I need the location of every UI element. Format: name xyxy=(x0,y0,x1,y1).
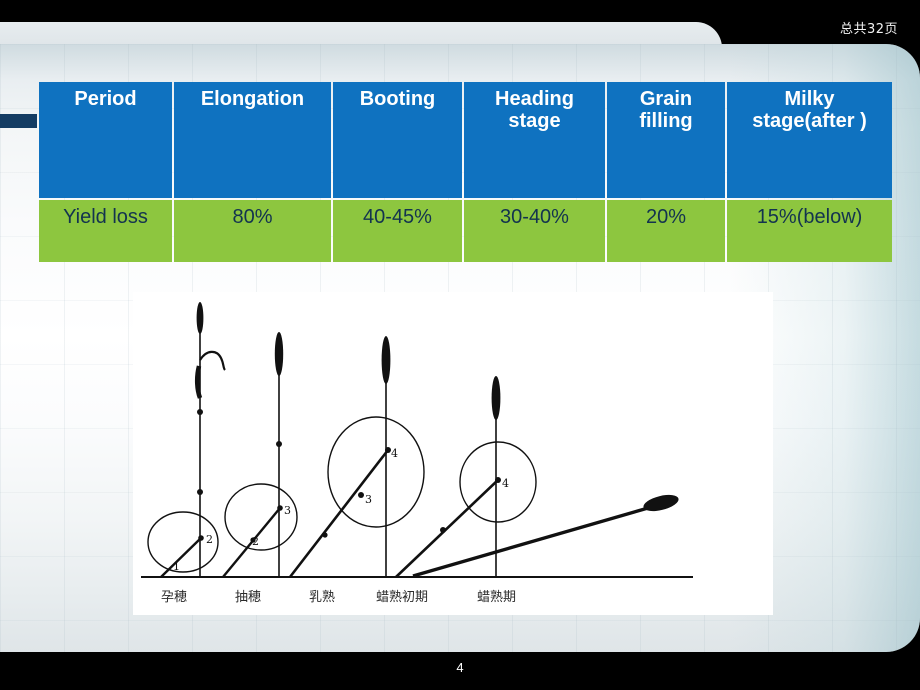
row-label-yield-loss: Yield loss xyxy=(39,200,172,262)
node-label-3b: 3 xyxy=(365,493,372,506)
slide-canvas: 总共32页 Period Elongation Booting Heading … xyxy=(0,0,920,690)
lodging-diagram-panel: 1 2 2 3 3 4 4 孕穂 抽穂 乳熟 蜡熟初期 蜡熟期 xyxy=(133,292,773,615)
plant-milky: 3 4 xyxy=(288,336,425,578)
highlight-circle-2 xyxy=(224,483,298,551)
column-header-period: Period xyxy=(39,82,172,198)
cell-milky-stage: 15%(below) xyxy=(727,200,892,262)
plant-waxy-ripe xyxy=(412,494,679,578)
stage-label-4: 蜡熟期 xyxy=(477,589,516,605)
stage-label-1: 抽穂 xyxy=(235,590,261,605)
cell-elongation: 80% xyxy=(174,200,331,262)
cell-grain-filling: 20% xyxy=(607,200,725,262)
stage-label-0: 孕穂 xyxy=(161,590,187,605)
column-header-heading-stage: Heading stage xyxy=(464,82,605,198)
stage-label-2: 乳熟 xyxy=(309,589,335,605)
node-label-4: 4 xyxy=(391,447,398,460)
node-label-3: 3 xyxy=(284,504,291,517)
cell-booting: 40-45% xyxy=(333,200,462,262)
yield-loss-table: Period Elongation Booting Heading stage … xyxy=(37,80,894,264)
highlight-circle-3 xyxy=(327,416,425,528)
column-header-milky-stage: Milky stage(after ) xyxy=(727,82,892,198)
lodging-diagram-svg: 1 2 2 3 3 4 4 孕穂 抽穂 乳熟 蜡熟初期 蜡熟期 xyxy=(141,302,693,605)
node-label-2: 2 xyxy=(206,533,213,546)
column-header-grain-filling: Grain filling xyxy=(607,82,725,198)
plant-heading: 2 3 xyxy=(222,332,298,578)
node-label-1: 1 xyxy=(173,560,180,573)
stage-label-3: 蜡熟初期 xyxy=(376,589,428,605)
page-counter: 总共32页 xyxy=(839,22,898,37)
cell-heading-stage: 30-40% xyxy=(464,200,605,262)
column-header-booting: Booting xyxy=(333,82,462,198)
table-header-row: Period Elongation Booting Heading stage … xyxy=(39,82,892,198)
slide-footer: 4 xyxy=(0,652,920,690)
table-row: Yield loss 80% 40-45% 30-40% 20% 15%(bel… xyxy=(39,200,892,262)
plant-booting: 1 2 xyxy=(147,302,226,578)
node-label-4b: 4 xyxy=(502,477,509,490)
left-accent-bar xyxy=(0,114,37,128)
footer-page-number: 4 xyxy=(456,660,464,675)
node-label-2b: 2 xyxy=(252,535,259,548)
column-header-elongation: Elongation xyxy=(174,82,331,198)
